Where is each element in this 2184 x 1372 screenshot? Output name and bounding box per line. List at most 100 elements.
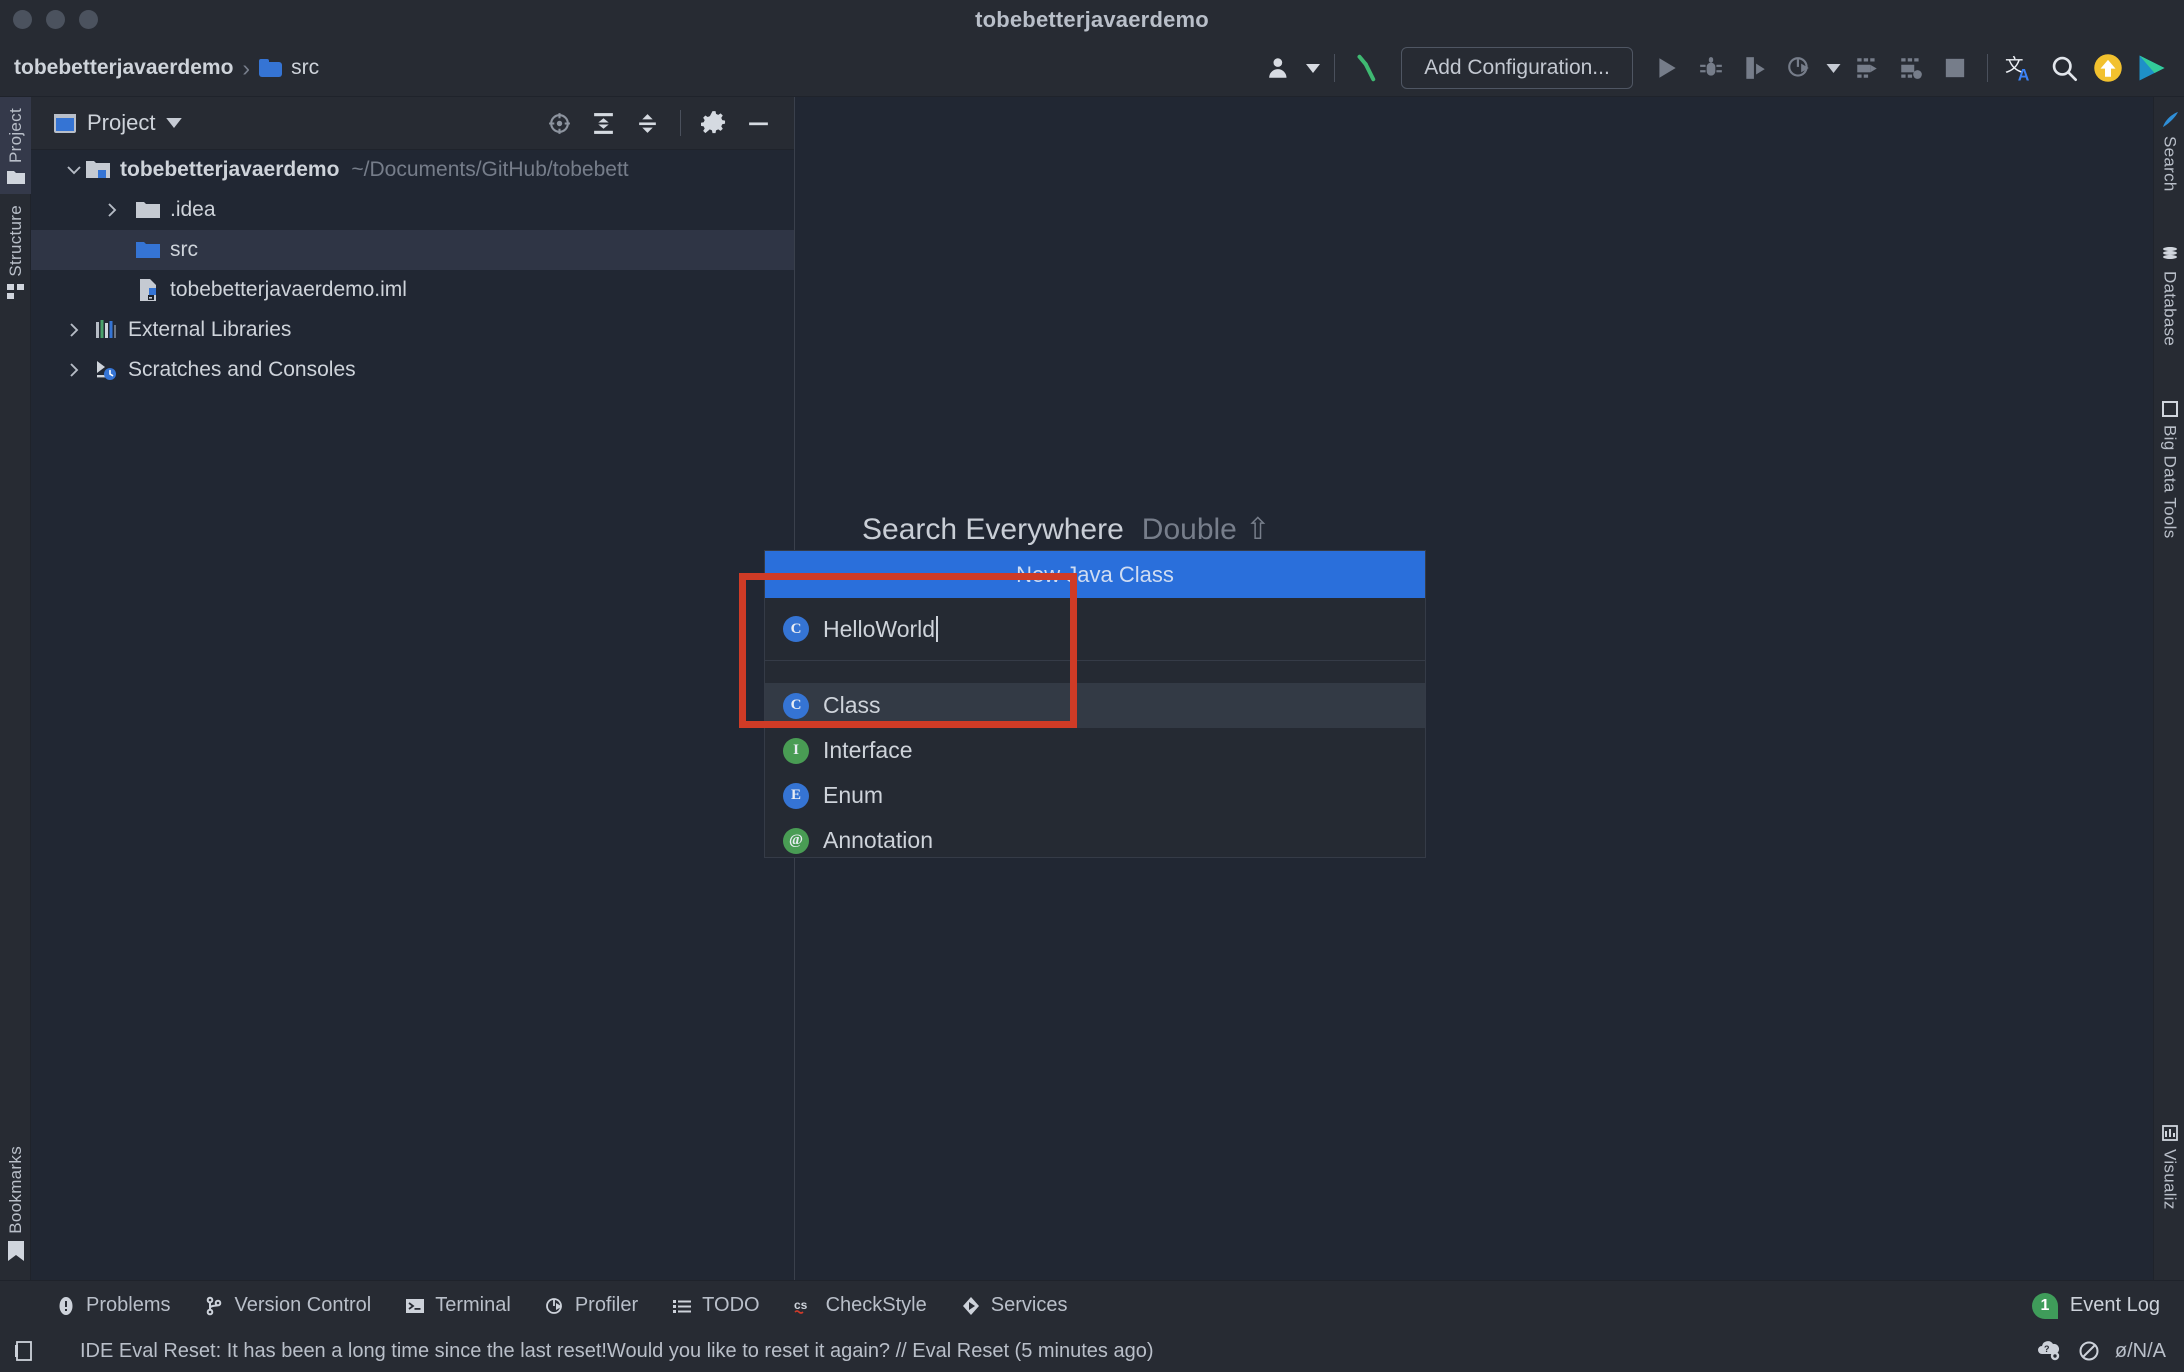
sidebar-item-structure[interactable]: Structure (0, 194, 31, 308)
svg-text:?: ? (2044, 1344, 2050, 1354)
sidebar-item-database[interactable]: Database (2154, 236, 2184, 356)
text-caret (936, 616, 938, 642)
sidebar-item-search[interactable]: Search (2154, 101, 2184, 202)
status-item-label: Problems (86, 1294, 170, 1317)
chevron-down-icon[interactable] (1302, 46, 1324, 90)
status-item-problems[interactable]: Problems (56, 1294, 170, 1317)
left-rail-top-group: Project Structure (0, 97, 31, 308)
project-tool-window: Project (31, 97, 794, 1280)
collapse-all-icon[interactable] (627, 103, 667, 143)
java-annotation-icon: @ (783, 828, 809, 854)
breadcrumb-project[interactable]: tobebetterjavaerdemo (14, 56, 233, 80)
sidebar-item-label: Big Data Tools (2160, 425, 2180, 539)
add-configuration-label: Add Configuration... (1424, 56, 1610, 80)
notification-icon[interactable] (14, 1340, 36, 1362)
profiler-icon[interactable] (1777, 46, 1821, 90)
add-configuration-button[interactable]: Add Configuration... (1401, 47, 1633, 89)
chevron-collapsed-icon[interactable] (101, 199, 123, 221)
tree-row-label: External Libraries (128, 318, 291, 342)
tree-row-project-root[interactable]: tobebetterjavaerdemo ~/Documents/GitHub/… (31, 150, 794, 190)
sidebar-item-bookmarks[interactable]: Bookmarks (0, 1135, 31, 1270)
search-everywhere-label: Search Everywhere (862, 513, 1124, 547)
structure-icon (7, 284, 25, 299)
sidebar-item-big-data-tools[interactable]: Big Data Tools (2154, 390, 2184, 549)
event-log-badge: 1 (2032, 1293, 2058, 1319)
chevron-down-icon[interactable] (1821, 46, 1845, 90)
project-panel-title-group[interactable]: Project (54, 110, 182, 136)
status-item-services[interactable]: Services (961, 1294, 1068, 1317)
sidebar-item-label: Project (6, 108, 26, 163)
popup-item-annotation[interactable]: @ Annotation (765, 818, 1425, 863)
user-avatar-icon[interactable] (1258, 46, 1302, 90)
sidebar-item-project[interactable]: Project (0, 97, 31, 194)
right-rail-top-group: Search Database Big Da (2154, 101, 2184, 548)
status-item-checkstyle[interactable]: cs CheckStyle (794, 1294, 927, 1317)
stop-icon[interactable] (1933, 46, 1977, 90)
left-tool-rail: Project Structure Bookmar (0, 97, 31, 1280)
breadcrumb-current[interactable]: src (291, 56, 319, 80)
popup-title: New Java Class (765, 551, 1425, 598)
popup-item-interface[interactable]: I Interface (765, 728, 1425, 773)
update-icon[interactable] (2086, 46, 2130, 90)
right-tool-rail: Search Database Big Da (2153, 97, 2184, 1280)
popup-item-class[interactable]: C Class (765, 683, 1425, 728)
build-hammer-icon[interactable] (1345, 46, 1389, 90)
hide-icon[interactable] (738, 103, 778, 143)
chevron-expanded-icon[interactable] (63, 159, 85, 181)
tree-row-iml[interactable]: tobebetterjavaerdemo.iml (31, 270, 794, 310)
attach-process-icon[interactable] (1845, 46, 1889, 90)
stop-step-icon[interactable] (1889, 46, 1933, 90)
chevron-down-icon[interactable] (166, 118, 182, 128)
module-folder-icon (85, 160, 111, 180)
popup-item-label: Annotation (823, 827, 933, 854)
sidebar-item-visualization[interactable]: Visualiz (2154, 1114, 2184, 1220)
tree-row-scratches[interactable]: Scratches and Consoles (31, 350, 794, 390)
sidebar-item-label: Database (2160, 271, 2180, 346)
debug-icon[interactable] (1689, 46, 1733, 90)
tree-row-external-libraries[interactable]: External Libraries (31, 310, 794, 350)
expand-all-icon[interactable] (583, 103, 623, 143)
todo-icon (672, 1296, 692, 1316)
status-item-version-control[interactable]: Version Control (204, 1294, 371, 1317)
chevron-collapsed-icon[interactable] (63, 319, 85, 341)
popup-item-label: Class (823, 692, 881, 719)
chevron-collapsed-icon[interactable] (63, 359, 85, 381)
select-opened-file-icon[interactable] (539, 103, 579, 143)
ide-logo-icon[interactable] (2130, 46, 2174, 90)
project-tree: tobebetterjavaerdemo ~/Documents/GitHub/… (31, 150, 794, 390)
search-everywhere-hint: Search Everywhere Double ⇧ (862, 512, 1270, 547)
translate-icon[interactable]: 文 A (1998, 46, 2042, 90)
panel-toolbar-divider (680, 110, 681, 136)
popup-spacer (765, 661, 1425, 683)
notification-bar: IDE Eval Reset: It has been a long time … (0, 1330, 2184, 1372)
event-log-label: Event Log (2070, 1294, 2160, 1317)
ide-window: tobebetterjavaerdemo tobebetterjavaerdem… (0, 0, 2184, 1372)
status-item-label: Version Control (234, 1294, 371, 1317)
status-bar-tool-buttons: Problems Version Control (56, 1294, 1067, 1317)
memory-settings-icon[interactable]: ? (2037, 1340, 2063, 1362)
run-icon[interactable] (1645, 46, 1689, 90)
project-panel-header: Project (31, 97, 794, 150)
no-access-icon[interactable] (2077, 1339, 2101, 1363)
java-class-icon: C (783, 616, 809, 642)
ai-search-icon (2161, 111, 2179, 129)
tree-row-label: tobebetterjavaerdemo.iml (170, 278, 407, 302)
settings-gear-icon[interactable] (694, 103, 734, 143)
tree-row-src[interactable]: src (31, 230, 794, 270)
search-icon[interactable] (2042, 46, 2086, 90)
class-name-input[interactable]: C HelloWorld (765, 598, 1425, 661)
tree-row-label: Scratches and Consoles (128, 358, 356, 382)
status-item-terminal[interactable]: Terminal (405, 1294, 511, 1317)
breadcrumb: tobebetterjavaerdemo › src (14, 39, 319, 97)
run-with-coverage-icon[interactable] (1733, 46, 1777, 90)
status-item-profiler[interactable]: Profiler (545, 1294, 638, 1317)
sidebar-item-label: Structure (6, 205, 26, 277)
event-log-button[interactable]: 1 Event Log (2032, 1293, 2160, 1319)
libraries-icon (93, 320, 119, 340)
status-item-todo[interactable]: TODO (672, 1294, 759, 1317)
popup-item-label: Enum (823, 782, 883, 809)
right-rail-bottom-group: Visualiz (2154, 1114, 2184, 1220)
popup-item-enum[interactable]: E Enum (765, 773, 1425, 818)
window-title: tobebetterjavaerdemo (0, 0, 2184, 39)
tree-row-idea[interactable]: .idea (31, 190, 794, 230)
